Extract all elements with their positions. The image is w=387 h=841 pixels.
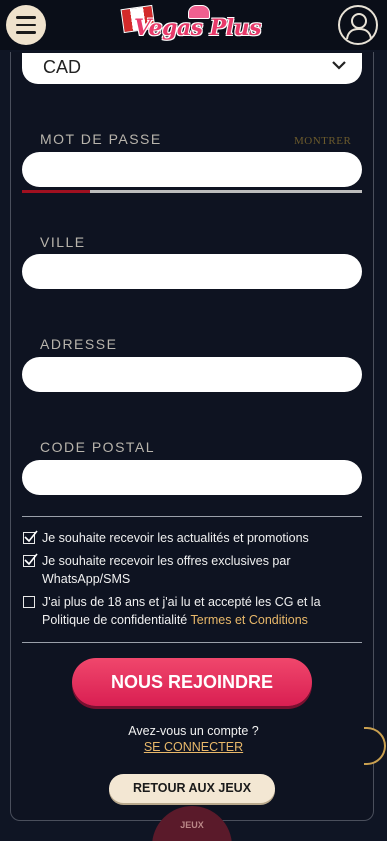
password-field[interactable] [22, 152, 362, 187]
menu-line-icon [16, 31, 36, 34]
menu-line-icon [16, 23, 36, 27]
divider [22, 642, 362, 643]
whatsapp-consent-line1: Je souhaite recevoir les offres exclusiv… [42, 554, 291, 568]
whatsapp-consent-checkbox[interactable] [23, 553, 38, 567]
age-terms-line2: Politique de confidentialité Termes et C… [42, 611, 321, 629]
city-label: VILLE [40, 234, 86, 250]
checkmark-icon [24, 553, 38, 566]
postal-code-field[interactable] [22, 460, 362, 495]
terms-link[interactable]: Termes et Conditions [191, 613, 308, 627]
whatsapp-consent-text: Je souhaite recevoir les offres exclusiv… [42, 552, 291, 588]
currency-select[interactable]: CAD [22, 53, 362, 84]
user-icon [346, 13, 372, 40]
menu-line-icon [16, 16, 36, 19]
login-link: SE CONNECTER [0, 740, 387, 754]
logo-text: Vegas Plus [134, 15, 262, 41]
checkmark-icon [24, 530, 38, 543]
chevron-down-icon [332, 61, 346, 70]
login-link-label[interactable]: SE CONNECTER [144, 740, 243, 754]
join-button[interactable]: NOUS REJOINDRE [72, 658, 312, 706]
privacy-policy-text: Politique de confidentialité [42, 613, 188, 627]
age-terms-checkbox[interactable] [23, 596, 35, 608]
divider [22, 516, 362, 517]
news-consent-text: Je souhaite recevoir les actualités et p… [42, 529, 309, 547]
postal-code-label: CODE POSTAL [40, 439, 156, 455]
currency-value: CAD [43, 57, 82, 77]
have-account-text: Avez-vous un compte ? [128, 724, 259, 738]
show-password-link[interactable]: MONTRER [294, 135, 351, 147]
age-terms-text: J'ai plus de 18 ans et j'ai lu et accept… [42, 593, 321, 629]
hamburger-menu-button[interactable] [6, 5, 46, 45]
password-label: MOT DE PASSE [40, 131, 162, 147]
whatsapp-consent-line2: WhatsApp/SMS [42, 572, 131, 586]
news-consent-line: Je souhaite recevoir les actualités et p… [42, 531, 309, 545]
vegas-plus-logo[interactable]: Vegas Plus [120, 3, 262, 51]
address-field[interactable] [22, 357, 362, 392]
password-strength-bar [22, 190, 362, 193]
address-label: ADRESSE [40, 336, 118, 352]
password-strength-fill [22, 190, 90, 193]
top-header: Vegas Plus [0, 0, 387, 50]
age-terms-line1: J'ai plus de 18 ans et j'ai lu et accept… [42, 595, 321, 609]
city-field[interactable] [22, 254, 362, 289]
back-to-games-button[interactable]: RETOUR AUX JEUX [109, 774, 275, 803]
user-account-button[interactable] [338, 5, 378, 45]
news-consent-checkbox[interactable] [23, 530, 38, 544]
